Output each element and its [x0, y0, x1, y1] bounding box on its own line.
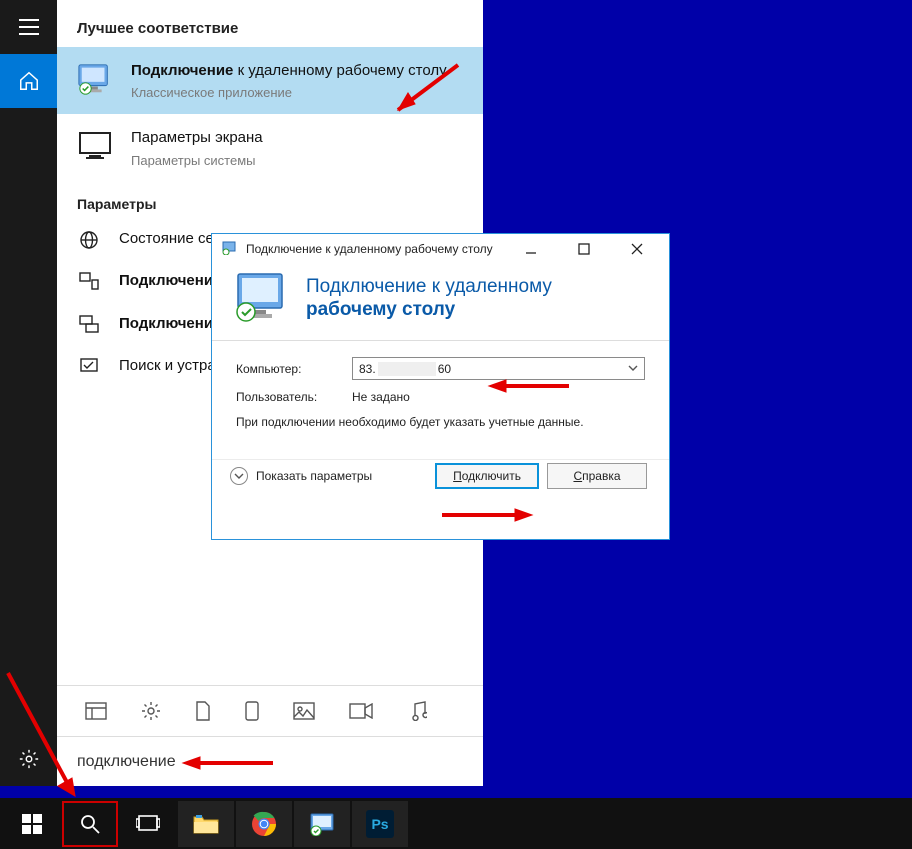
filter-apps-icon[interactable]	[85, 702, 107, 720]
hamburger-button[interactable]	[0, 0, 57, 54]
rdp-title: Подключение к удаленному рабочему столу	[246, 242, 500, 256]
photoshop-app[interactable]: Ps	[352, 801, 408, 847]
chevron-down-icon[interactable]	[628, 362, 638, 376]
rdp-head-text: Подключение к удаленному рабочему столу	[306, 275, 552, 321]
rdp-icon	[77, 61, 113, 97]
connect-button-hotkey: П	[453, 469, 462, 483]
rdp-large-icon	[232, 270, 288, 326]
search-input[interactable]: подключение	[57, 737, 483, 786]
filter-music-icon[interactable]	[407, 701, 427, 721]
help-button[interactable]: Справка	[547, 463, 647, 489]
param-connect-label: Подключение	[119, 270, 221, 293]
chevron-down-circle-icon	[230, 467, 248, 485]
result-display-settings[interactable]: Параметры экрана Параметры системы	[57, 114, 483, 181]
photoshop-icon: Ps	[366, 810, 394, 838]
start-sidebar	[0, 0, 57, 786]
filter-videos-icon[interactable]	[349, 703, 373, 719]
rdp-taskbar-icon	[308, 810, 336, 838]
taskview-button[interactable]	[120, 801, 176, 847]
rdp-dialog: Подключение к удаленному рабочему столу …	[211, 233, 670, 540]
minimize-button[interactable]	[508, 234, 553, 264]
rdp-info: При подключении необходимо будет указать…	[236, 414, 645, 431]
filter-folders-icon[interactable]	[245, 701, 259, 721]
connect-button[interactable]: Подключить	[435, 463, 539, 489]
monitor-icon	[77, 128, 113, 164]
close-button[interactable]	[614, 234, 659, 264]
connect-icon	[77, 270, 101, 290]
chrome-app[interactable]	[236, 801, 292, 847]
rdp-app[interactable]	[294, 801, 350, 847]
search-button[interactable]	[62, 801, 118, 847]
rdp-titlebar[interactable]: Подключение к удаленному рабочему столу	[212, 234, 669, 264]
start-button[interactable]	[4, 801, 60, 847]
result-rdp-title: Подключение к удаленному рабочему столу	[131, 61, 447, 81]
rdp-titlebar-icon	[222, 241, 238, 258]
troubleshoot-icon	[77, 355, 101, 375]
result-rdp[interactable]: Подключение к удаленному рабочему столу …	[57, 47, 483, 114]
home-button[interactable]	[0, 54, 57, 108]
show-params-toggle[interactable]: Показать параметры	[230, 467, 372, 485]
folder-icon	[192, 810, 220, 838]
chrome-icon	[250, 810, 278, 838]
computer-combobox[interactable]: 83. 60	[352, 357, 645, 380]
cast-icon	[77, 313, 101, 333]
best-match-header: Лучшее соответствие	[57, 0, 483, 47]
taskbar: Ps	[0, 798, 912, 849]
result-display-title: Параметры экрана	[131, 128, 263, 148]
result-display-sub: Параметры системы	[131, 153, 263, 168]
filter-settings-icon[interactable]	[141, 701, 161, 721]
maximize-button[interactable]	[561, 234, 606, 264]
filter-row	[57, 685, 483, 737]
value-user: Не задано	[352, 390, 410, 404]
label-user: Пользователь:	[236, 390, 338, 404]
filter-photos-icon[interactable]	[293, 702, 315, 720]
label-computer: Компьютер:	[236, 362, 338, 376]
settings-gear-button[interactable]	[0, 732, 57, 786]
params-header: Параметры	[57, 182, 483, 218]
explorer-app[interactable]	[178, 801, 234, 847]
help-button-hotkey: С	[573, 469, 582, 483]
filter-documents-icon[interactable]	[195, 701, 211, 721]
globe-icon	[77, 228, 101, 250]
result-rdp-sub: Классическое приложение	[131, 85, 447, 100]
